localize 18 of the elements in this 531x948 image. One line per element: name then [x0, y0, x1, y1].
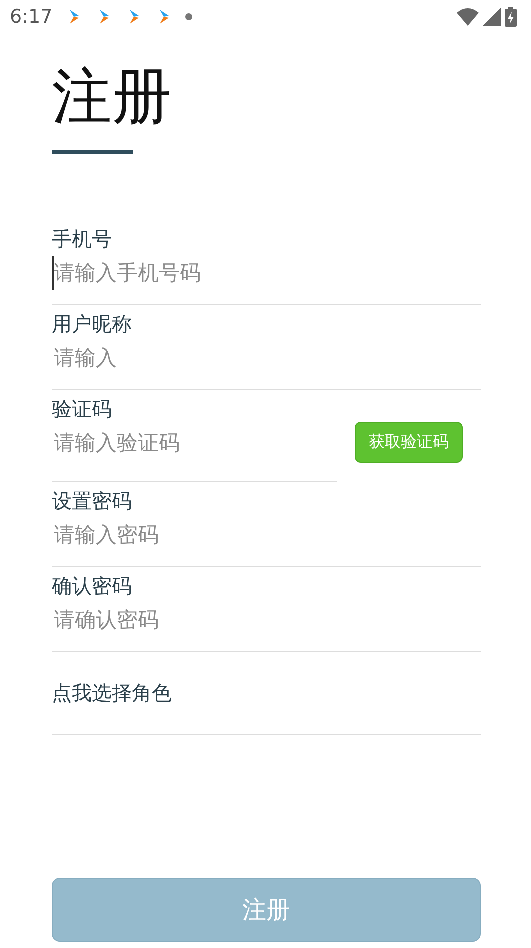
dot-icon [184, 13, 193, 21]
page-title: 注册 [52, 61, 173, 134]
role-picker[interactable]: 点我选择角色 [52, 681, 172, 705]
signal-icon [483, 8, 501, 26]
field-label: 用户昵称 [52, 311, 133, 337]
battery-icon [505, 7, 517, 27]
input-field[interactable]: 请输入验证码 [52, 426, 337, 460]
field-label: 设置密码 [52, 488, 133, 514]
input-field[interactable]: 请输入密码 [52, 518, 481, 552]
get-code-button[interactable]: 获取验证码 [355, 422, 463, 462]
field-label: 手机号 [52, 226, 113, 252]
input-field[interactable]: 请确认密码 [52, 603, 481, 637]
field-label: 确认密码 [52, 573, 133, 599]
field-label: 验证码 [52, 396, 113, 422]
wifi-icon [457, 8, 479, 26]
status-time: 6:17 [10, 6, 53, 28]
input-field[interactable]: 请输入手机号码 [52, 256, 481, 290]
input-field[interactable]: 请输入 [52, 341, 481, 375]
